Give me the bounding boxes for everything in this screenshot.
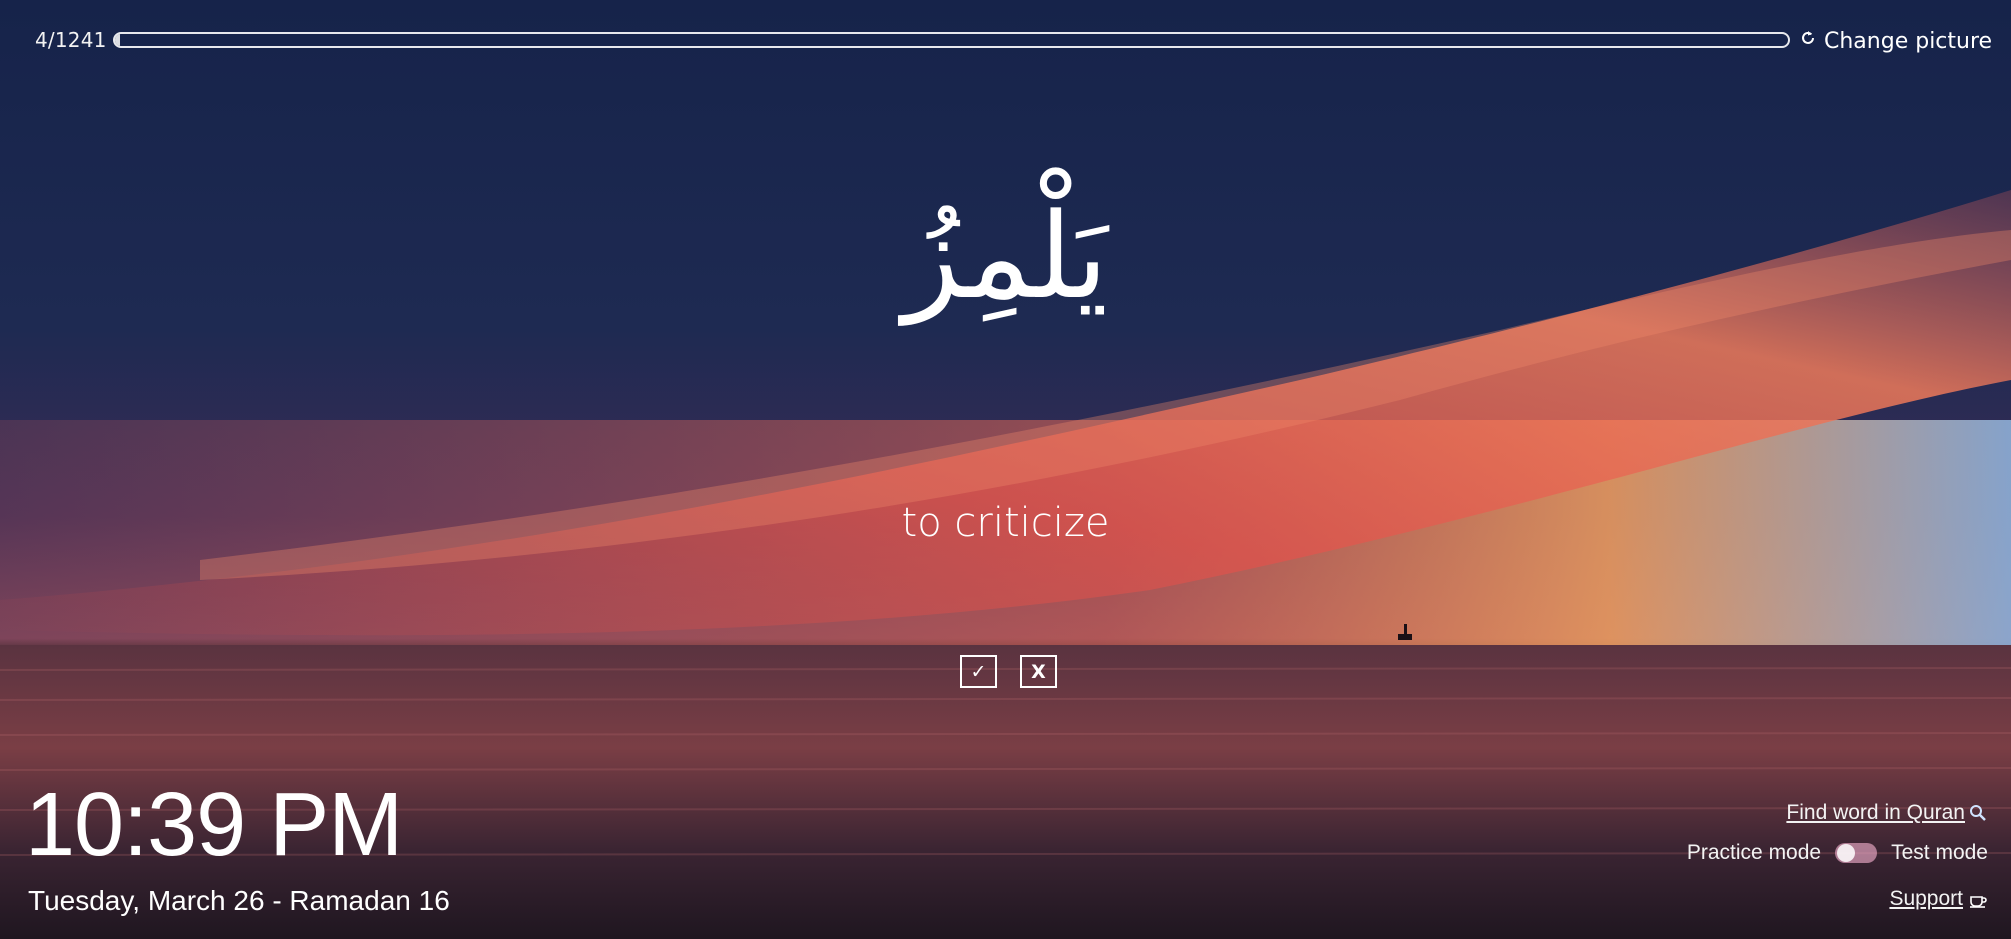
support-label: Support: [1889, 887, 1963, 910]
english-meaning: to criticize: [901, 500, 1110, 546]
arabic-word: يَلْمِزُ: [902, 187, 1109, 325]
find-word-in-quran-link[interactable]: Find word in Quran: [1786, 801, 1988, 825]
clock-date: Tuesday, March 26 - Ramadan 16: [28, 885, 450, 916]
footer-controls: Find word in Quran Practice mode Test mo…: [1588, 779, 1988, 939]
coffee-cup-icon: [1968, 889, 1988, 909]
practice-mode-label: Practice mode: [1686, 841, 1822, 864]
mode-switch-row: Practice mode Test mode: [1687, 841, 1988, 865]
correct-button[interactable]: ✓: [960, 655, 997, 688]
find-word-label: Find word in Quran: [1786, 801, 1965, 824]
test-mode-label: Test mode: [1891, 841, 1988, 864]
progress-bar: [113, 32, 1790, 48]
change-picture-label: Change picture: [1824, 28, 1993, 54]
change-picture-button[interactable]: Change picture: [1798, 26, 1992, 56]
magnifier-icon: [1968, 803, 1988, 823]
answer-buttons: ✓ X: [960, 655, 1057, 688]
progress-bar-fill: [115, 34, 121, 46]
top-bar: 4/1241 Change picture: [0, 0, 2011, 84]
mode-toggle-knob: [1837, 844, 1856, 862]
support-link[interactable]: Support: [1889, 887, 1988, 911]
mode-toggle[interactable]: [1835, 843, 1878, 863]
wrong-button[interactable]: X: [1020, 655, 1057, 688]
progress-counter: 4/1241: [35, 28, 107, 52]
refresh-icon: [1798, 28, 1818, 54]
clock-time: 10:39 PM: [25, 775, 403, 875]
